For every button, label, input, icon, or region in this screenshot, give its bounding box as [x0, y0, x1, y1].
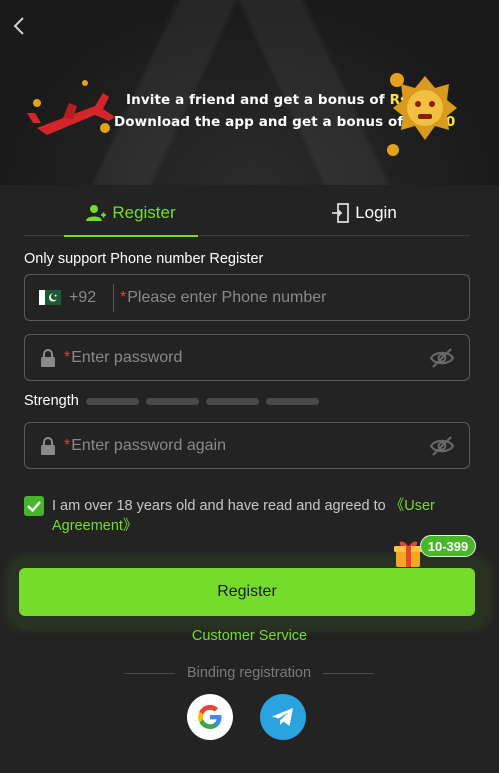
tab-login[interactable]: Login	[314, 190, 414, 236]
header-area: Invite a friend and get a bonus of Rs600…	[0, 0, 499, 185]
agreement-statement: I am over 18 years old and have read and…	[52, 498, 390, 514]
field-divider	[113, 283, 114, 312]
pakistan-flag-icon[interactable]	[39, 290, 61, 305]
required-mark: *	[120, 288, 127, 306]
promo-banner[interactable]: Invite a friend and get a bonus of Rs600…	[25, 68, 475, 163]
binding-label: Binding registration	[186, 665, 312, 681]
strength-segment	[206, 398, 259, 405]
banner-invite-prefix: Invite a friend and get a bonus of	[126, 92, 390, 108]
required-mark: *	[64, 436, 71, 454]
airplane-icon	[27, 80, 115, 135]
tab-register[interactable]: Register	[64, 190, 198, 237]
google-login-button[interactable]	[187, 694, 233, 740]
telegram-login-button[interactable]	[260, 694, 306, 740]
agreement-checkbox[interactable]	[24, 496, 44, 516]
eye-off-icon[interactable]	[429, 435, 455, 457]
binding-divider: Binding registration	[124, 663, 375, 683]
chevron-left-icon	[13, 17, 24, 35]
password-input[interactable]	[71, 335, 429, 380]
eye-off-icon[interactable]	[429, 347, 455, 369]
phone-field: +92 *	[24, 274, 470, 321]
confirm-password-input[interactable]	[71, 423, 429, 468]
country-code[interactable]: +92	[69, 289, 107, 307]
auth-tabs: Register Login	[24, 190, 470, 237]
telegram-icon	[272, 708, 293, 726]
lock-icon	[41, 348, 55, 367]
add-user-icon	[86, 205, 107, 221]
google-icon	[198, 705, 222, 729]
phone-input[interactable]	[127, 275, 469, 320]
lock-icon	[41, 436, 55, 455]
checkmark-icon	[27, 501, 41, 513]
customer-service-link[interactable]: Customer Service	[0, 628, 499, 644]
strength-segment	[146, 398, 199, 405]
divider-line	[124, 672, 175, 674]
tab-login-label: Login	[355, 203, 397, 222]
register-button[interactable]: Register	[19, 568, 475, 616]
confirm-password-field: *	[24, 422, 470, 469]
back-button[interactable]	[10, 14, 30, 38]
golden-mask-icon	[387, 73, 457, 156]
divider-line	[323, 672, 375, 674]
strength-segment	[86, 398, 139, 405]
strength-segment	[266, 398, 319, 405]
required-mark: *	[64, 348, 71, 366]
agreement-text: I am over 18 years old and have read and…	[52, 496, 472, 536]
login-door-icon	[332, 203, 350, 223]
banner-download-prefix: Download the app and get a bonus of	[114, 114, 409, 130]
strength-label: Strength	[24, 393, 79, 409]
password-field: *	[24, 334, 470, 381]
tab-register-label: Register	[112, 203, 176, 222]
strength-meter	[86, 398, 319, 405]
bonus-badge: 10-399	[420, 535, 476, 557]
register-method-note: Only support Phone number Register	[24, 251, 264, 267]
